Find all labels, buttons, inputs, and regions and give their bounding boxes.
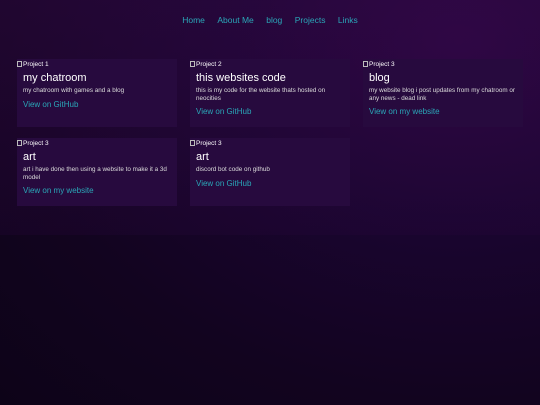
project-link[interactable]: View on my website (23, 186, 171, 195)
broken-image-icon (17, 61, 22, 67)
project-description: discord bot code on github (196, 166, 270, 173)
broken-image-icon (363, 61, 368, 67)
broken-image-icon (190, 140, 195, 146)
nav-link-blog[interactable]: blog (266, 15, 282, 25)
project-card-blog: Project 3 blog my website blog i post up… (363, 59, 523, 127)
project-link[interactable]: View on GitHub (196, 179, 344, 188)
project-description: this is my code for the website thats ho… (196, 87, 326, 102)
nav-link-projects[interactable]: Projects (295, 15, 326, 25)
project-title: my chatroom (23, 72, 87, 84)
project-image-alt: Project 3 (369, 60, 395, 68)
project-card-discord-bot: Project 3 art discord bot code on github… (190, 138, 350, 206)
project-title: this websites code (196, 72, 286, 84)
project-image-alt: Project 3 (196, 139, 222, 147)
nav-link-links[interactable]: Links (338, 15, 358, 25)
project-image: Project 3 (17, 138, 171, 148)
project-image: Project 2 (190, 59, 344, 69)
project-title: blog (369, 72, 390, 84)
project-image: Project 1 (17, 59, 171, 69)
project-link[interactable]: View on my website (369, 107, 517, 116)
project-description: my chatroom with games and a blog (23, 87, 125, 94)
broken-image-icon (190, 61, 195, 67)
project-link[interactable]: View on GitHub (196, 107, 344, 116)
project-card-chatroom: Project 1 my chatroom my chatroom with g… (17, 59, 177, 127)
project-description: my website blog i post updates from my c… (369, 87, 515, 102)
project-image: Project 3 (363, 59, 517, 69)
project-link[interactable]: View on GitHub (23, 100, 171, 109)
broken-image-icon (17, 140, 22, 146)
project-card-website-code: Project 2 this websites code this is my … (190, 59, 350, 127)
nav-link-about-me[interactable]: About Me (217, 15, 253, 25)
project-title: art (23, 151, 36, 163)
project-image: Project 3 (190, 138, 344, 148)
project-image-alt: Project 1 (23, 60, 49, 68)
project-image-alt: Project 2 (196, 60, 222, 68)
project-description: art i have done then using a website to … (23, 166, 167, 181)
main-nav: Home About Me blog Projects Links (0, 10, 540, 28)
project-card-art-3d: Project 3 art art i have done then using… (17, 138, 177, 206)
project-title: art (196, 151, 209, 163)
nav-link-home[interactable]: Home (182, 15, 205, 25)
project-image-alt: Project 3 (23, 139, 49, 147)
